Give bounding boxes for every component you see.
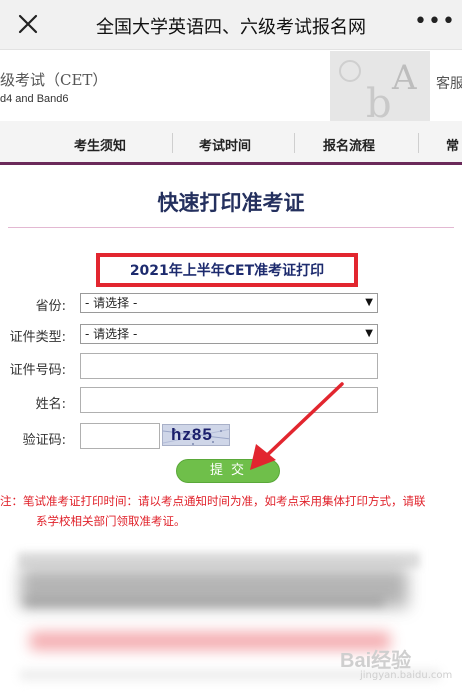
main-nav: 考生须知 考试时间 报名流程 常 [0, 121, 462, 165]
blurred-block [18, 552, 420, 568]
print-heading-text: 2021年上半年CET准考证打印 [129, 263, 325, 279]
id-type-select-value: - 请选择 - [85, 327, 138, 341]
nav-item-more[interactable]: 常 [446, 135, 459, 154]
customer-service-link[interactable]: 客服 [436, 73, 462, 93]
title-divider [8, 227, 454, 228]
annotation-arrow-icon [250, 382, 344, 470]
id-type-label: 证件类型: [9, 330, 66, 345]
exam-subtitle: d4 and Band6 [0, 93, 69, 105]
province-select[interactable]: - 请选择 - ▼ [80, 293, 378, 313]
blurred-block [30, 632, 390, 650]
blurred-block [24, 598, 384, 606]
more-icon[interactable]: ••• [414, 11, 455, 36]
note-line-1: 注：笔试准考证打印时间：请以考点通知时间为准，如考点采用集体打印方式，请联 [0, 494, 426, 508]
captcha-text: hz85 [171, 425, 213, 444]
captcha-input[interactable] [80, 423, 160, 449]
watermark-logo: Bai经验 [340, 650, 412, 672]
dropdown-arrow-icon: ▼ [365, 297, 373, 308]
baidu-jingyan-watermark: Bai经验 jingyan.baidu.com [340, 640, 452, 684]
close-icon[interactable] [14, 10, 42, 38]
print-heading: 2021年上半年CET准考证打印 [96, 253, 358, 287]
nav-divider [172, 133, 173, 153]
app-title: 全国大学英语四、六级考试报名网 [96, 17, 366, 38]
app-bar: 全国大学英语四、六级考试报名网 ••• [0, 0, 462, 50]
province-select-value: - 请选择 - [85, 296, 138, 310]
watermark-url: jingyan.baidu.com [360, 670, 453, 681]
nav-item-registration-flow[interactable]: 报名流程 [323, 135, 375, 154]
svg-text:b: b [366, 81, 392, 121]
province-label: 省份: [35, 299, 66, 314]
captcha-image[interactable]: hz85 [162, 424, 230, 446]
dropdown-arrow-icon: ▼ [365, 328, 373, 339]
nav-divider [294, 133, 295, 153]
banner-decoration: A b [330, 51, 430, 121]
exam-title: 级考试（CET） [0, 71, 108, 89]
nav-item-notice[interactable]: 考生须知 [74, 135, 126, 154]
nav-item-exam-time[interactable]: 考试时间 [199, 135, 251, 154]
id-number-label: 证件号码: [9, 363, 66, 378]
id-type-select[interactable]: - 请选择 - ▼ [80, 324, 378, 344]
site-banner: A b 级考试（CET） d4 and Band6 客服 [0, 51, 462, 121]
name-label: 姓名: [35, 397, 66, 412]
captcha-label: 验证码: [22, 433, 66, 448]
note-line-2: 系学校相关部门领取准考证。 [36, 514, 186, 528]
nav-divider [418, 133, 419, 153]
page-title: 快速打印准考证 [157, 192, 305, 215]
id-number-input[interactable] [80, 353, 378, 379]
svg-text:A: A [391, 58, 417, 98]
